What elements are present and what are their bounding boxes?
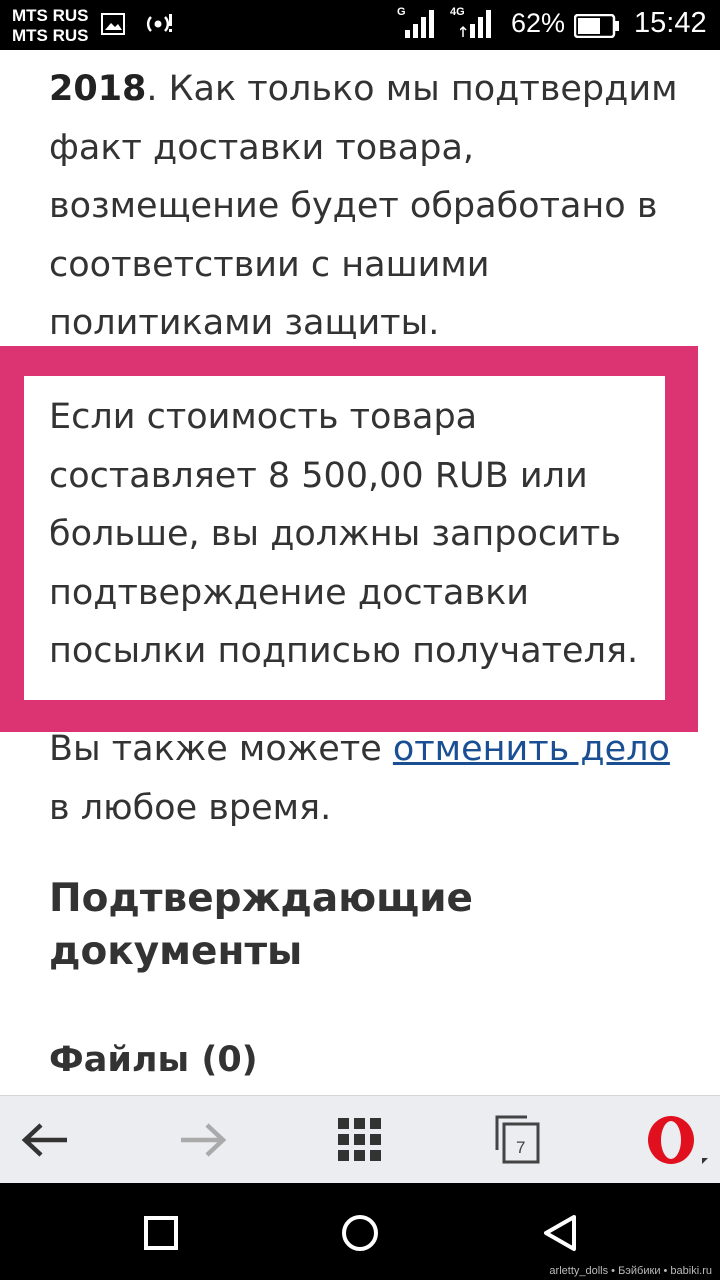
clock: 15:42	[634, 7, 707, 39]
arrow-right-icon	[181, 1123, 227, 1157]
cancel-case-link[interactable]: отменить дело	[393, 729, 670, 769]
refund-paragraph: 2018. Как только мы подтвердим факт дост…	[49, 60, 679, 353]
carrier-labels: MTS RUS MTS RUS	[12, 6, 89, 46]
forward-button[interactable]	[160, 1096, 260, 1184]
status-bar: MTS RUS MTS RUS G 4G 62% 15:42	[0, 0, 720, 50]
signature-requirement-text: Если стоимость товара составляет 8 500,0…	[49, 397, 639, 671]
signal-strength-icon	[405, 10, 434, 38]
year-text: 2018	[49, 69, 147, 109]
carrier-2: MTS RUS	[12, 26, 89, 45]
cancel-prefix-text: Вы также можете	[49, 729, 393, 769]
cancel-case-paragraph: Вы также можете отменить дело в любое вр…	[49, 720, 679, 837]
cancel-suffix-text: в любое время.	[49, 787, 332, 828]
page-content: 2018. Как только мы подтвердим факт дост…	[0, 50, 720, 1095]
files-label: Файлы (0)	[49, 1040, 258, 1080]
opera-logo-icon	[648, 1116, 708, 1164]
tab-count: 7	[516, 1138, 526, 1157]
battery-percent: 62%	[511, 8, 566, 38]
speed-dial-button[interactable]	[310, 1096, 410, 1184]
grid-icon	[338, 1118, 381, 1161]
arrow-left-icon	[21, 1123, 67, 1157]
system-nav-bar: arletty_dolls • Бэйбики • babiki.ru	[0, 1183, 720, 1280]
back-button[interactable]	[0, 1096, 100, 1184]
hotspot-icon	[146, 14, 172, 32]
signal-strength-icon-2	[460, 10, 491, 38]
battery-icon	[574, 14, 619, 38]
browser-toolbar: 7	[0, 1095, 720, 1184]
triangle-back-icon[interactable]	[540, 1213, 580, 1253]
circle-icon[interactable]	[340, 1213, 380, 1253]
opera-menu-button[interactable]	[620, 1096, 720, 1184]
supporting-documents-heading: Подтверждающие документы	[49, 876, 474, 974]
carrier-1: MTS RUS	[12, 6, 89, 25]
square-icon[interactable]	[143, 1215, 179, 1251]
gallery-notification-icon	[101, 13, 125, 35]
refund-text: . Как только мы подтвердим факт доставки…	[49, 69, 678, 343]
watermark: arletty_dolls • Бэйбики • babiki.ru	[545, 1264, 716, 1278]
tabs-button[interactable]: 7	[470, 1096, 570, 1184]
